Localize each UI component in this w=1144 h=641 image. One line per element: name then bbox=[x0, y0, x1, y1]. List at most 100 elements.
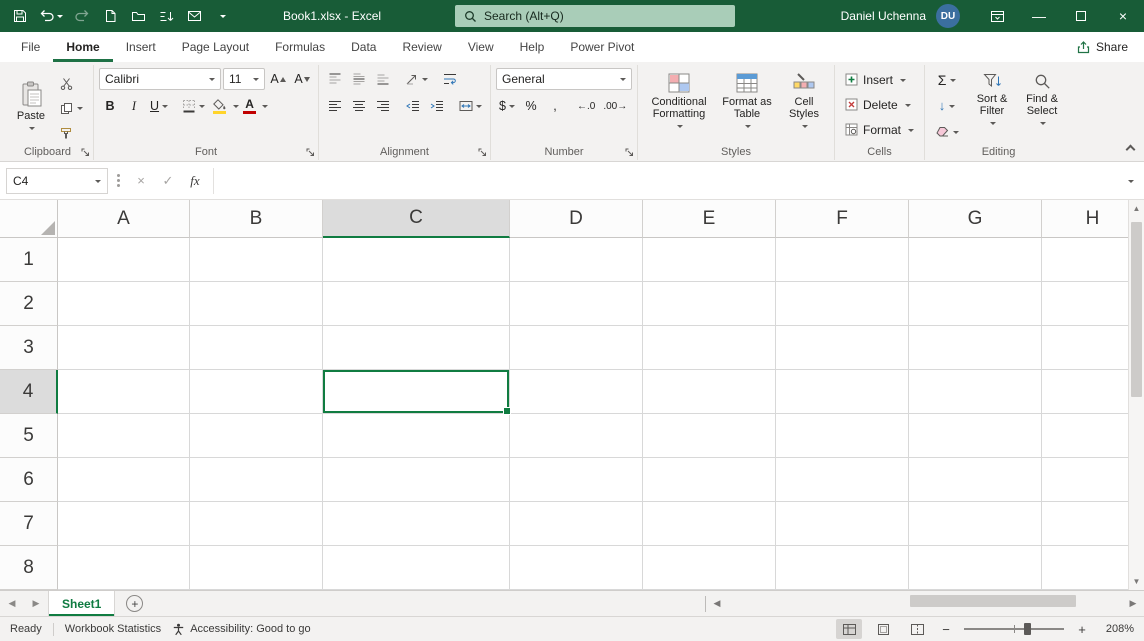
redo-button[interactable] bbox=[70, 4, 94, 28]
font-dialog-launcher[interactable] bbox=[306, 148, 315, 157]
tab-formulas[interactable]: Formulas bbox=[262, 32, 338, 62]
avatar[interactable]: DU bbox=[936, 4, 960, 28]
cell-F8[interactable] bbox=[776, 546, 909, 590]
find-select-button[interactable]: Find & Select bbox=[1017, 68, 1067, 128]
vertical-scrollbar[interactable]: ▲ ▼ bbox=[1128, 200, 1144, 590]
cell-G7[interactable] bbox=[909, 502, 1042, 546]
cell-D8[interactable] bbox=[510, 546, 643, 590]
autosum-button[interactable]: Σ bbox=[930, 68, 964, 91]
cell-D6[interactable] bbox=[510, 458, 643, 502]
tab-power-pivot[interactable]: Power Pivot bbox=[557, 32, 647, 62]
cell-A6[interactable] bbox=[58, 458, 190, 502]
align-center-button[interactable] bbox=[348, 95, 370, 117]
clipboard-dialog-launcher[interactable] bbox=[81, 148, 90, 157]
column-header-F[interactable]: F bbox=[776, 200, 909, 238]
workbook-statistics[interactable]: Workbook Statistics bbox=[65, 623, 161, 635]
cancel-button[interactable]: × bbox=[129, 168, 153, 194]
scroll-right-icon[interactable]: ▶ bbox=[1122, 591, 1144, 616]
fill-color-button[interactable] bbox=[210, 95, 229, 117]
insert-function-button[interactable]: fx bbox=[183, 168, 207, 194]
font-size-select[interactable]: 11 bbox=[223, 68, 265, 90]
row-header-7[interactable]: 7 bbox=[0, 502, 58, 546]
zoom-in-button[interactable]: + bbox=[1074, 619, 1090, 639]
comma-style-button[interactable]: , bbox=[544, 95, 566, 117]
decrease-indent-button[interactable] bbox=[402, 95, 424, 117]
cut-button[interactable] bbox=[58, 73, 88, 93]
font-name-select[interactable]: Calibri bbox=[99, 68, 221, 90]
cell-B8[interactable] bbox=[190, 546, 323, 590]
cell-G8[interactable] bbox=[909, 546, 1042, 590]
cell-E4[interactable] bbox=[643, 370, 776, 414]
cell-E3[interactable] bbox=[643, 326, 776, 370]
increase-decimal-button[interactable]: ←.0 bbox=[574, 95, 598, 117]
sheet-nav-left[interactable]: ◀ bbox=[0, 591, 24, 616]
cell-B5[interactable] bbox=[190, 414, 323, 458]
horizontal-scrollbar[interactable]: ◀ ▶ bbox=[706, 591, 1144, 616]
cell-E7[interactable] bbox=[643, 502, 776, 546]
undo-button[interactable] bbox=[36, 4, 66, 28]
cell-B7[interactable] bbox=[190, 502, 323, 546]
cell-E1[interactable] bbox=[643, 238, 776, 282]
cell-B4[interactable] bbox=[190, 370, 323, 414]
orientation-button[interactable] bbox=[402, 68, 431, 90]
decrease-decimal-button[interactable]: .00→ bbox=[600, 95, 630, 117]
scroll-down-icon[interactable]: ▼ bbox=[1133, 577, 1141, 586]
cell-E5[interactable] bbox=[643, 414, 776, 458]
cell-styles-button[interactable]: Cell Styles bbox=[779, 68, 829, 131]
tab-help[interactable]: Help bbox=[507, 32, 558, 62]
cell-D1[interactable] bbox=[510, 238, 643, 282]
tab-page-layout[interactable]: Page Layout bbox=[169, 32, 262, 62]
ribbon-display-options-button[interactable] bbox=[976, 0, 1018, 32]
cell-A5[interactable] bbox=[58, 414, 190, 458]
delete-cells-button[interactable]: Delete bbox=[840, 93, 916, 116]
cell-B6[interactable] bbox=[190, 458, 323, 502]
cell-G1[interactable] bbox=[909, 238, 1042, 282]
column-header-C[interactable]: C bbox=[323, 200, 510, 238]
cell-F3[interactable] bbox=[776, 326, 909, 370]
percent-style-button[interactable]: % bbox=[520, 95, 542, 117]
save-button[interactable] bbox=[8, 4, 32, 28]
normal-view-button[interactable] bbox=[836, 619, 862, 639]
row-header-5[interactable]: 5 bbox=[0, 414, 58, 458]
increase-indent-button[interactable] bbox=[426, 95, 448, 117]
cell-C2[interactable] bbox=[323, 282, 510, 326]
cell-F7[interactable] bbox=[776, 502, 909, 546]
share-button[interactable]: Share bbox=[1077, 32, 1128, 62]
cell-E8[interactable] bbox=[643, 546, 776, 590]
decrease-font-size-button[interactable]: A bbox=[291, 68, 313, 90]
formula-bar-splitter[interactable] bbox=[117, 179, 120, 182]
scroll-left-icon[interactable]: ◀ bbox=[706, 591, 728, 616]
cell-E2[interactable] bbox=[643, 282, 776, 326]
zoom-slider[interactable] bbox=[964, 628, 1064, 630]
cell-B1[interactable] bbox=[190, 238, 323, 282]
tab-file[interactable]: File bbox=[8, 32, 53, 62]
font-color-button[interactable]: A bbox=[241, 95, 258, 117]
new-file-button[interactable] bbox=[98, 4, 122, 28]
tab-review[interactable]: Review bbox=[389, 32, 454, 62]
accounting-format-button[interactable]: $ bbox=[496, 95, 518, 117]
clear-button[interactable] bbox=[930, 120, 964, 143]
italic-button[interactable]: I bbox=[123, 95, 145, 117]
middle-align-button[interactable] bbox=[348, 68, 370, 90]
cell-F6[interactable] bbox=[776, 458, 909, 502]
collapse-ribbon-icon[interactable] bbox=[1126, 145, 1136, 155]
row-header-4[interactable]: 4 bbox=[0, 370, 58, 414]
close-button[interactable]: × bbox=[1102, 0, 1144, 32]
paste-button[interactable]: Paste bbox=[7, 68, 55, 144]
cell-D2[interactable] bbox=[510, 282, 643, 326]
cell-B3[interactable] bbox=[190, 326, 323, 370]
cell-G6[interactable] bbox=[909, 458, 1042, 502]
tab-data[interactable]: Data bbox=[338, 32, 389, 62]
horizontal-scroll-thumb[interactable] bbox=[910, 595, 1076, 607]
maximize-button[interactable] bbox=[1060, 0, 1102, 32]
horizontal-scroll-track[interactable] bbox=[728, 591, 1122, 616]
sort-filter-button[interactable]: Sort & Filter bbox=[967, 68, 1017, 128]
cell-C7[interactable] bbox=[323, 502, 510, 546]
cell-C6[interactable] bbox=[323, 458, 510, 502]
cell-A7[interactable] bbox=[58, 502, 190, 546]
sheet-tab-sheet1[interactable]: Sheet1 bbox=[48, 591, 115, 616]
user-name[interactable]: Daniel Uchenna bbox=[841, 9, 926, 23]
bold-button[interactable]: B bbox=[99, 95, 121, 117]
increase-font-size-button[interactable]: A bbox=[267, 68, 289, 90]
cell-C4[interactable] bbox=[323, 370, 510, 414]
